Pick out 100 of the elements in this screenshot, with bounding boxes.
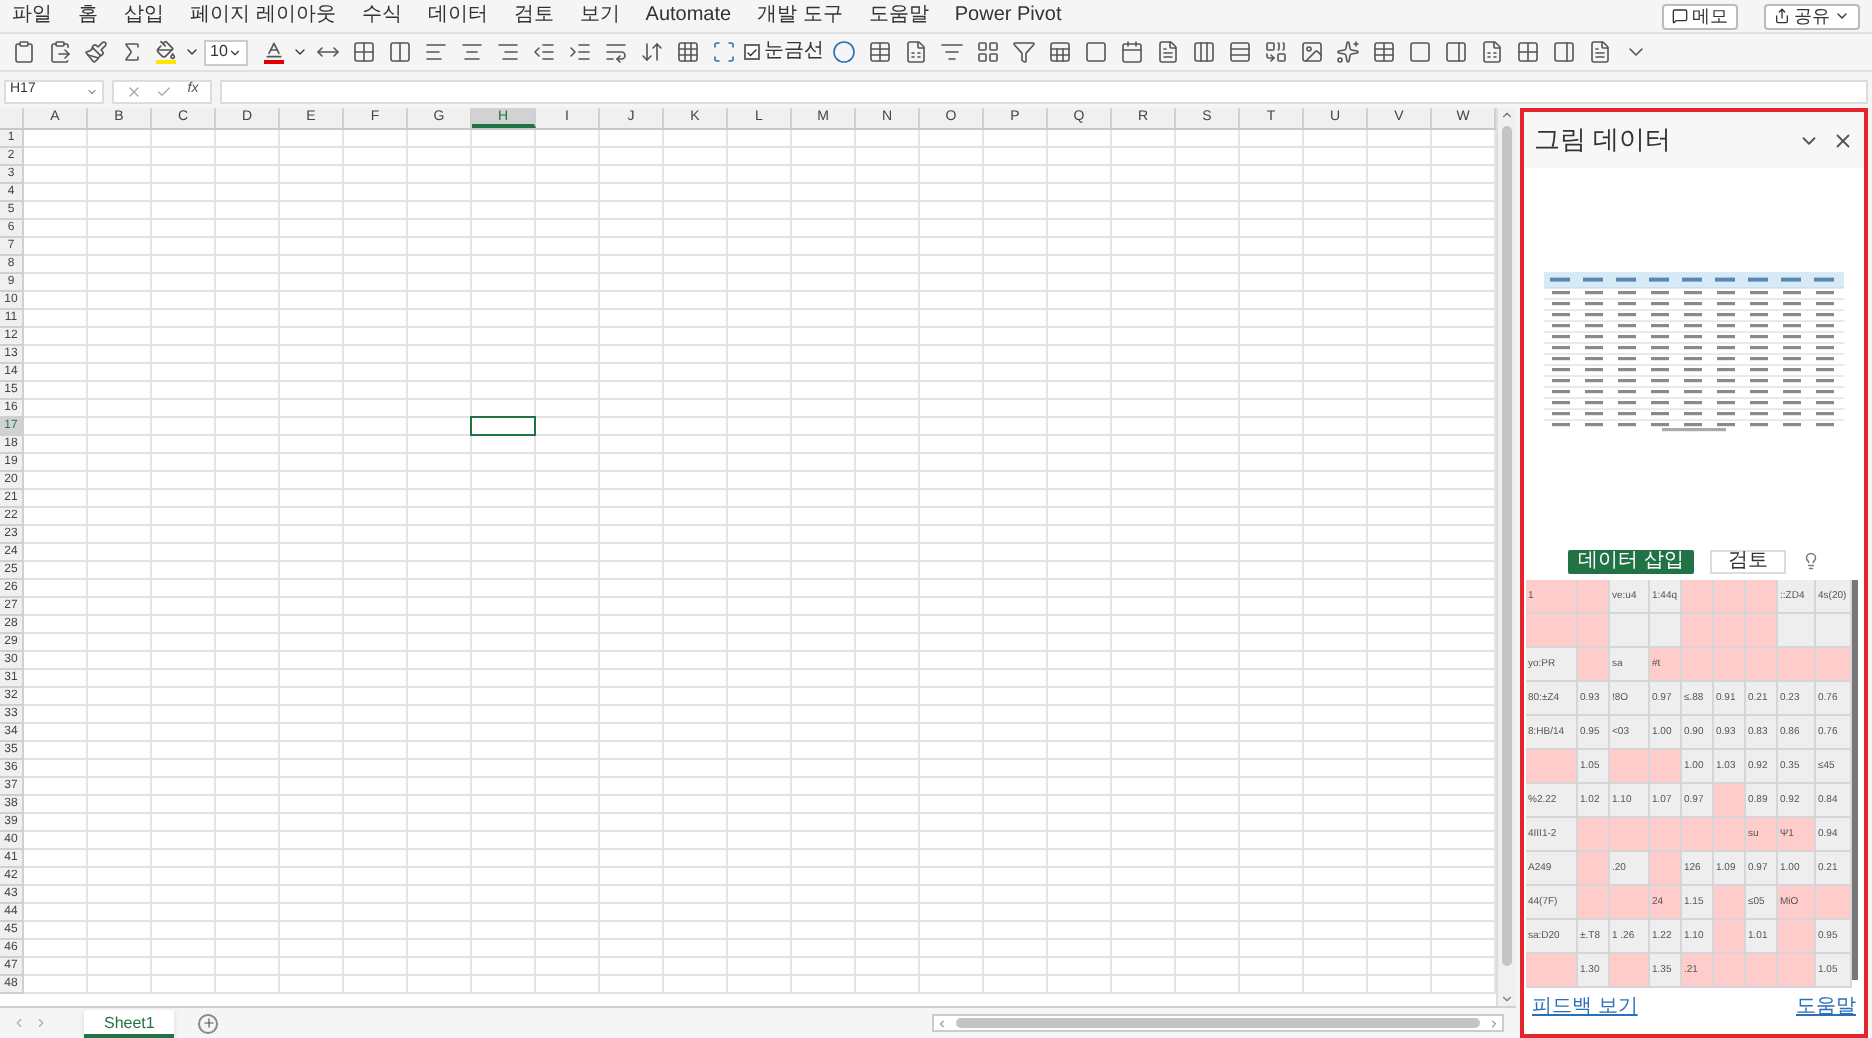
data-cell[interactable] (1778, 614, 1816, 648)
menu-tab[interactable]: 수식 (361, 6, 402, 26)
cell-grid[interactable] (24, 130, 1496, 994)
data-cell[interactable] (1650, 750, 1682, 784)
columns-icon[interactable] (1188, 36, 1220, 68)
menu-tab[interactable]: 페이지 레이아웃 (190, 6, 336, 26)
close-icon[interactable] (1832, 129, 1854, 151)
font-size-field[interactable]: 10 (204, 39, 248, 65)
data-cell[interactable] (1746, 954, 1778, 988)
border-icon[interactable] (1512, 36, 1544, 68)
add-sheet-icon[interactable] (198, 1013, 219, 1033)
memo-button[interactable]: 메모 (1662, 3, 1738, 29)
review-button[interactable]: 검토 (1709, 549, 1786, 573)
data-cell[interactable] (1682, 580, 1714, 614)
data-cell[interactable] (1714, 580, 1746, 614)
data-cell[interactable] (1682, 648, 1714, 682)
circle-icon[interactable] (828, 36, 860, 68)
menu-tab[interactable]: 홈 (78, 6, 98, 26)
gridlines-checkbox[interactable]: 눈금선 (744, 42, 824, 62)
insert-data-button[interactable]: 데이터 삽입 (1568, 549, 1694, 573)
data-cell[interactable] (1610, 886, 1650, 920)
combine-icon[interactable] (1260, 36, 1292, 68)
data-cell[interactable] (1682, 818, 1714, 852)
data-cell[interactable] (1778, 648, 1816, 682)
feedback-link[interactable]: 피드백 보기 (1532, 992, 1638, 1022)
square-icon[interactable] (1404, 36, 1436, 68)
cancel-icon[interactable] (125, 83, 142, 99)
image-icon[interactable] (1296, 36, 1328, 68)
data-cell[interactable] (1526, 954, 1578, 988)
data-cell[interactable] (1714, 614, 1746, 648)
data-cell[interactable] (1578, 818, 1610, 852)
data-cell[interactable] (1714, 818, 1746, 852)
font-color-icon[interactable] (260, 40, 288, 64)
data-cell[interactable] (1650, 614, 1682, 648)
table-icon[interactable] (864, 36, 896, 68)
vertical-scrollbar[interactable] (1496, 108, 1516, 1006)
data-cell[interactable] (1778, 954, 1816, 988)
next-sheet-icon[interactable] (34, 1016, 48, 1030)
previous-sheet-icon[interactable] (12, 1016, 26, 1030)
menu-tab[interactable]: 검토 (513, 6, 554, 26)
sheet-icon[interactable] (1044, 36, 1076, 68)
layout-grid-icon[interactable] (972, 36, 1004, 68)
menu-tab[interactable]: Power Pivot (954, 6, 1062, 26)
data-cell[interactable] (1778, 920, 1816, 954)
scrollbar-thumb[interactable] (956, 1018, 1480, 1028)
data-cell[interactable] (1610, 750, 1650, 784)
menu-tab[interactable]: 도움말 (868, 6, 929, 26)
help-link[interactable]: 도움말 (1796, 992, 1856, 1022)
data-cell[interactable] (1610, 818, 1650, 852)
menu-tab[interactable]: 개발 도구 (757, 6, 843, 26)
horizontal-scrollbar[interactable] (932, 1014, 1504, 1032)
lightbulb-icon[interactable] (1801, 552, 1820, 570)
data-cell[interactable] (1610, 614, 1650, 648)
menu-tab[interactable]: 파일 (12, 6, 52, 26)
data-cell[interactable] (1650, 852, 1682, 886)
data-cell[interactable] (1578, 614, 1610, 648)
panel-icon[interactable] (1440, 36, 1472, 68)
data-cell[interactable] (1682, 614, 1714, 648)
menu-tab[interactable]: 삽입 (124, 6, 164, 26)
data-cell[interactable] (1578, 648, 1610, 682)
data-cell[interactable] (1526, 750, 1578, 784)
check-icon[interactable] (156, 83, 173, 99)
data-cell[interactable] (1714, 920, 1746, 954)
table-scrollbar[interactable] (1852, 580, 1858, 980)
merge-icon[interactable] (384, 36, 416, 68)
caret-icon[interactable] (184, 44, 200, 60)
data-cell[interactable] (1816, 614, 1852, 648)
rows-icon[interactable] (1224, 36, 1256, 68)
filter-icon[interactable] (1008, 36, 1040, 68)
data-cell[interactable] (1578, 852, 1610, 886)
data-cell[interactable] (1816, 648, 1852, 682)
table-icon[interactable] (1368, 36, 1400, 68)
paintbrush-icon[interactable] (80, 36, 112, 68)
scroll-right-icon[interactable] (1488, 1017, 1500, 1029)
scroll-left-icon[interactable] (936, 1017, 948, 1029)
menu-tab[interactable]: 데이터 (427, 6, 488, 26)
data-cell[interactable] (1578, 580, 1610, 614)
sparkles-icon[interactable] (1332, 36, 1364, 68)
data-cell[interactable] (1526, 614, 1578, 648)
square-icon[interactable] (1080, 36, 1112, 68)
sheet-tab[interactable]: Sheet1 (84, 1009, 175, 1037)
grid-icon[interactable] (672, 36, 704, 68)
data-cell[interactable] (1714, 886, 1746, 920)
border-icon[interactable] (348, 36, 380, 68)
data-cell[interactable] (1610, 954, 1650, 988)
data-cell[interactable] (1714, 784, 1746, 818)
frame-icon[interactable] (708, 36, 740, 68)
data-cell[interactable] (1650, 818, 1682, 852)
calendar-icon[interactable] (1116, 36, 1148, 68)
formula-input[interactable] (220, 79, 1868, 103)
menu-tab[interactable]: 보기 (579, 6, 620, 26)
data-cell[interactable] (1714, 954, 1746, 988)
share-button[interactable]: 공유 (1764, 3, 1860, 29)
data-cell[interactable] (1816, 886, 1852, 920)
data-cell[interactable] (1746, 648, 1778, 682)
data-cell[interactable] (1578, 886, 1610, 920)
data-cell[interactable] (1714, 648, 1746, 682)
scroll-down-icon[interactable] (1500, 992, 1514, 1006)
data-cell[interactable] (1746, 580, 1778, 614)
selected-cell[interactable] (470, 416, 536, 436)
